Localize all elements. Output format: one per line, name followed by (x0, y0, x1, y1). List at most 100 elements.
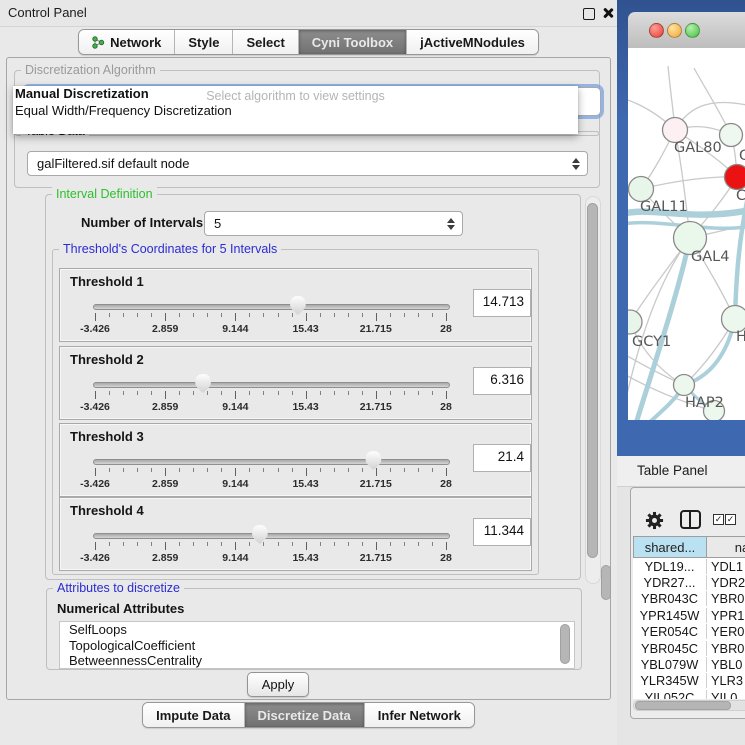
tab-network[interactable]: Network (79, 30, 175, 54)
table-row[interactable]: YPR145WYPR1 (633, 607, 745, 623)
table-row[interactable]: YLR345WYLR3 (633, 673, 745, 689)
tick-label: -3.426 (80, 323, 110, 335)
tick-mark (362, 391, 363, 395)
algorithm-option-equal-width-frequency-discretization[interactable]: Equal Width/Frequency Discretization (14, 103, 232, 118)
thresholds-group: Threshold's Coordinates for 5 Intervals … (52, 249, 539, 575)
settings-gear-icon[interactable] (645, 511, 664, 530)
network-view-canvas[interactable]: GAL80GCGAL11GAL4GCY1HHAP2 (628, 48, 745, 420)
table-data-combobox[interactable]: galFiltered.sif default node (27, 151, 588, 176)
slider-tick-labels: -3.4262.8599.14415.4321.71528 (95, 552, 446, 564)
top-tab-bar: NetworkStyleSelectCyni Toolbox jActiveMNo… (78, 29, 539, 55)
tab-discretize-data[interactable]: Discretize Data (245, 703, 365, 727)
tick-mark (292, 391, 293, 395)
network-node-gcy1[interactable] (628, 310, 642, 334)
attributes-list-scrollbar-thumb[interactable] (560, 624, 570, 664)
cell-name: YER0 (707, 624, 744, 639)
tick-mark (348, 391, 349, 395)
tick-mark (404, 542, 405, 546)
table-row[interactable]: YBR043CYBR0 (633, 591, 745, 607)
tick-mark (263, 468, 264, 472)
tab-impute-data[interactable]: Impute Data (143, 703, 244, 727)
slider-ticks (95, 542, 446, 550)
tick-mark (348, 313, 349, 317)
tick-mark (179, 313, 180, 317)
tick-mark (334, 391, 335, 395)
network-node-gal80[interactable] (663, 118, 688, 143)
tick-label: 2.859 (152, 323, 178, 335)
tick-mark (418, 468, 419, 472)
threshold-label: Threshold 4 (70, 503, 144, 518)
tab-style[interactable]: Style (175, 30, 233, 54)
column-header-shared-[interactable]: shared... (633, 536, 707, 558)
slider-track[interactable] (93, 382, 450, 388)
table-row[interactable]: YDR27...YDR2 (633, 574, 745, 590)
slider-track[interactable] (93, 533, 450, 539)
threshold-value-field[interactable]: 11.344 (473, 518, 531, 546)
tick-label: 21.715 (360, 478, 392, 490)
slider-tick-labels: -3.4262.8599.14415.4321.71528 (95, 323, 446, 335)
algorithm-option-manual-discretization[interactable]: Manual Discretization (14, 86, 149, 101)
tick-mark (193, 391, 194, 395)
node-label-g: G (739, 148, 745, 164)
tick-label: 28 (440, 401, 452, 413)
attribute-item-betweennesscentrality[interactable]: BetweennessCentrality (60, 653, 574, 669)
attributes-list[interactable]: SelfLoopsTopologicalCoefficientBetweenne… (59, 621, 575, 669)
network-edge[interactable] (641, 177, 737, 189)
float-window-icon[interactable] (583, 8, 595, 20)
tick-label: -3.426 (80, 401, 110, 413)
horizontal-scrollbar-thumb[interactable] (635, 701, 731, 710)
tab-cyni-toolbox[interactable]: Cyni Toolbox (299, 30, 407, 54)
table-row[interactable]: YDL19...YDL1 (633, 558, 745, 574)
tick-mark (249, 468, 250, 472)
tick-mark (109, 313, 110, 317)
tab-select[interactable]: Select (233, 30, 298, 54)
close-traffic-light-icon[interactable] (649, 23, 664, 38)
table-rows: YDL19...YDL1YDR27...YDR2YBR043CYBR0YPR14… (633, 558, 745, 699)
tab-infer-network[interactable]: Infer Network (365, 703, 474, 727)
tick-mark (179, 391, 180, 395)
network-node-hap2[interactable] (674, 375, 695, 396)
threshold-box-4: Threshold 4 -3.4262.8599.14415.4321.71528… (59, 497, 532, 571)
tick-mark (207, 313, 208, 317)
cell-name: YBR0 (707, 641, 744, 656)
tab-jactivemnodules[interactable]: jActiveMNodules (407, 30, 538, 54)
table-row[interactable]: YBR045CYBR0 (633, 640, 745, 656)
threshold-value-field[interactable]: 6.316 (473, 367, 531, 395)
slider-track[interactable] (93, 304, 450, 310)
close-icon[interactable] (602, 7, 614, 19)
tick-mark (404, 313, 405, 317)
network-node-c[interactable] (725, 165, 745, 190)
zoom-traffic-light-icon[interactable] (685, 23, 700, 38)
table-row[interactable]: YER054CYER0 (633, 624, 745, 640)
split-columns-icon[interactable] (680, 510, 701, 529)
group-title-attributes: Attributes to discretize (53, 581, 184, 595)
apply-button[interactable]: Apply (247, 672, 309, 697)
network-node-g[interactable] (720, 124, 743, 147)
table-row[interactable]: YIL052CYIL0 (633, 689, 745, 699)
network-node-gal11[interactable] (629, 177, 654, 202)
tick-mark (137, 468, 138, 472)
number-of-intervals-combobox[interactable]: 5 (204, 211, 463, 236)
cell-name: YDL1 (707, 559, 743, 574)
tab-label: jActiveMNodules (420, 35, 525, 50)
select-rows-checkbox-icon[interactable]: ✓ (725, 514, 736, 525)
threshold-value-field[interactable]: 21.4 (473, 444, 531, 472)
minimize-traffic-light-icon[interactable] (667, 23, 682, 38)
panel-title: Control Panel (8, 5, 87, 20)
network-window-titlebar[interactable] (628, 12, 745, 49)
outer-scrollbar-thumb[interactable] (601, 565, 611, 600)
tick-mark (95, 313, 96, 321)
tab-label: Infer Network (378, 708, 461, 723)
apply-button-label: Apply (262, 677, 295, 692)
vertical-scrollbar-thumb[interactable] (587, 203, 598, 558)
column-header-na[interactable]: na (707, 536, 745, 558)
table-row[interactable]: YBL079WYBL0 (633, 656, 745, 672)
select-columns-checkbox-icon[interactable]: ✓ (713, 514, 724, 525)
attribute-item-selfloops[interactable]: SelfLoops (60, 622, 574, 638)
tick-mark (95, 391, 96, 399)
slider-track[interactable] (93, 459, 450, 465)
threshold-value-field[interactable]: 14.713 (473, 289, 531, 317)
tick-label: 21.715 (360, 552, 392, 564)
attribute-item-topologicalcoefficient[interactable]: TopologicalCoefficient (60, 638, 574, 654)
tick-mark (165, 468, 166, 476)
